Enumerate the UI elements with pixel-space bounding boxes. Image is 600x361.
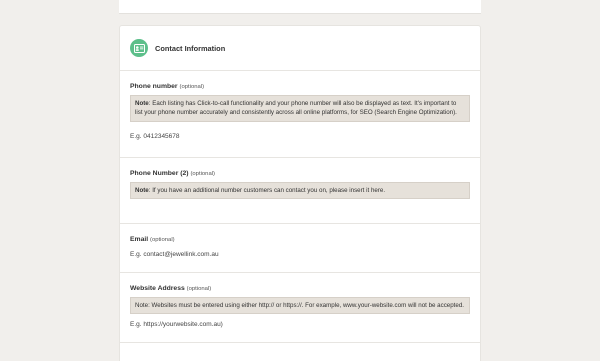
phone-number-2-note: Note: If you have an additional number c… (130, 182, 470, 200)
field-label-text: Email (130, 236, 149, 243)
note-prefix: Note (135, 100, 149, 107)
optional-tag: (optional) (190, 171, 215, 177)
phone-number-2-field[interactable]: Phone Number (2) (optional) Note: If you… (120, 158, 480, 224)
card-header: Contact Information (120, 26, 480, 71)
optional-tag: (optional) (150, 237, 175, 243)
email-field[interactable]: Email (optional) E.g. contact@jewellink.… (120, 224, 480, 273)
website-address-note: Note: Websites must be entered using eit… (130, 297, 470, 315)
website-address-label: Website Address (optional) (130, 285, 470, 292)
phone-number-label: Phone number (optional) (130, 83, 470, 90)
contact-card-icon (130, 39, 148, 57)
optional-tag: (optional) (186, 286, 212, 292)
phone-number-field[interactable]: Phone number (optional) Note: Each listi… (120, 71, 480, 158)
field-label-text: Phone Number (2) (130, 170, 189, 177)
note-text: : Each listing has Click-to-call functio… (135, 100, 457, 117)
field-label-text: Phone number (130, 83, 178, 90)
note-text: : If you have an additional number custo… (148, 187, 386, 194)
website-address-field[interactable]: Website Address (optional) Note: Website… (120, 273, 480, 343)
field-label-text: Website Address (130, 285, 185, 292)
contact-information-card: Contact Information Phone number (option… (119, 25, 481, 361)
phone-number-note: Note: Each listing has Click-to-call fun… (130, 95, 470, 122)
card-title: Contact Information (155, 43, 226, 53)
email-label: Email (optional) (130, 236, 470, 243)
optional-tag: (optional) (179, 84, 205, 90)
note-prefix: Note (135, 187, 149, 194)
previous-card (119, 0, 481, 14)
website-address-input[interactable]: E.g. https://yourwebsite.com.au) (130, 321, 470, 328)
phone-number-input[interactable]: E.g. 0412345678 (130, 133, 470, 140)
email-input[interactable]: E.g. contact@jewellink.com.au (130, 251, 470, 258)
phone-number-2-label: Phone Number (2) (optional) (130, 170, 470, 177)
